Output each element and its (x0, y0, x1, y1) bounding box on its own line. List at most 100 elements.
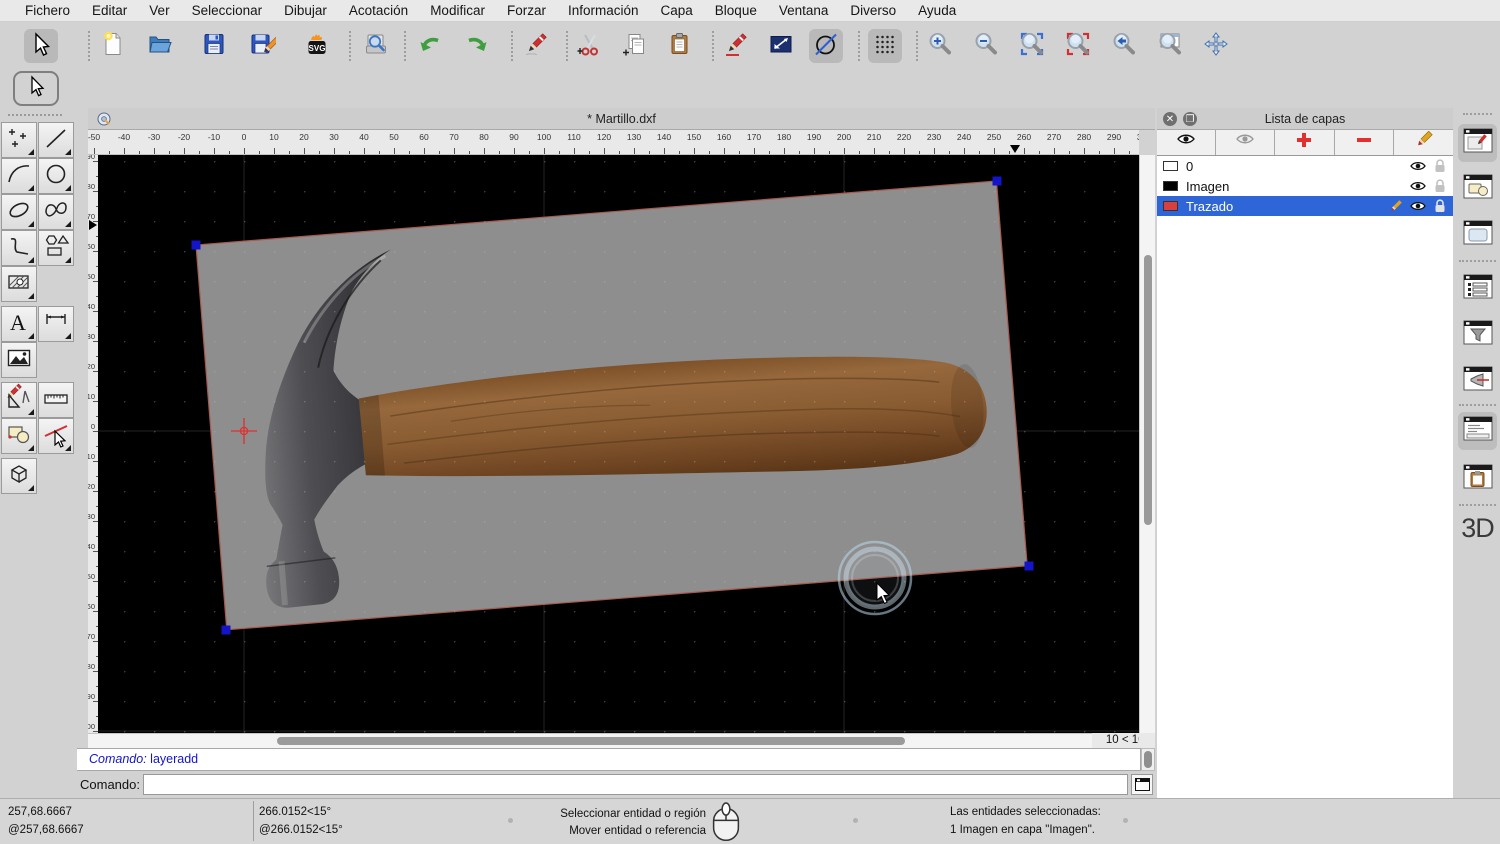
vertical-scrollbar-thumb[interactable] (1144, 255, 1152, 525)
auto-zoom-button[interactable] (1015, 29, 1049, 63)
layer-list-panel-button[interactable] (1458, 124, 1497, 162)
previous-view-button[interactable] (1107, 29, 1141, 63)
layer-edit-icon[interactable] (1387, 199, 1405, 213)
print-preview-button[interactable] (359, 29, 393, 63)
redo-button[interactable] (460, 29, 494, 63)
cut-button[interactable] (573, 29, 607, 63)
svg-export-button[interactable]: SVG (300, 29, 334, 63)
handle-top-left[interactable] (191, 240, 201, 250)
menu-forzar[interactable]: Forzar (496, 3, 557, 18)
layer-lock-icon[interactable] (1431, 159, 1449, 173)
tool-points-button[interactable] (1, 122, 37, 158)
paste-button[interactable] (663, 29, 697, 63)
handle-top-right[interactable] (992, 176, 1002, 186)
command-history-scrollbar-thumb[interactable] (1144, 751, 1152, 768)
new-file-button[interactable] (96, 29, 130, 63)
menu-ver[interactable]: Ver (138, 3, 180, 18)
layer-visibility-icon[interactable] (1409, 200, 1427, 212)
zoom-selection-button[interactable] (1061, 29, 1095, 63)
undo-button[interactable] (413, 29, 447, 63)
menu-acotacion[interactable]: Acotación (338, 3, 419, 18)
dock-drag-handle[interactable] (1463, 113, 1492, 115)
menu-diverso[interactable]: Diverso (839, 3, 907, 18)
tool-polyline-button[interactable] (1, 230, 37, 266)
horizontal-scrollbar[interactable] (88, 733, 1092, 748)
layer-panel-header[interactable]: ✕ ❐ Lista de capas (1157, 108, 1453, 130)
remove-layer-button[interactable] (1335, 130, 1394, 155)
menu-bloque[interactable]: Bloque (704, 3, 768, 18)
layer-lock-icon[interactable] (1431, 199, 1449, 213)
tool-shapes-button[interactable] (38, 230, 74, 266)
tool-dimension-button[interactable] (38, 306, 74, 342)
handle-bottom-left[interactable] (221, 625, 231, 635)
menu-capa[interactable]: Capa (650, 3, 704, 18)
tool-solid-3d-button[interactable] (1, 458, 37, 494)
menu-ventana[interactable]: Ventana (768, 3, 840, 18)
layer-color-swatch[interactable] (1163, 161, 1178, 171)
zoom-out-button[interactable] (969, 29, 1003, 63)
notification-panel-button[interactable] (1458, 362, 1497, 400)
document-titlebar[interactable]: * Martillo.dxf (88, 108, 1155, 130)
menu-modificar[interactable]: Modificar (419, 3, 496, 18)
add-layer-button[interactable] (1275, 130, 1335, 155)
layer-visibility-icon[interactable] (1409, 160, 1427, 172)
menu-editar[interactable]: Editar (81, 3, 138, 18)
zoom-window-button[interactable] (1153, 29, 1187, 63)
tool-hatch-button[interactable] (1, 266, 37, 302)
layer-color-swatch[interactable] (1163, 201, 1178, 211)
tool-image-button[interactable] (1, 342, 37, 378)
command-line-panel-button[interactable] (1458, 412, 1497, 450)
delete-entity-button[interactable] (519, 29, 553, 63)
vertical-scrollbar[interactable] (1139, 155, 1155, 733)
3d-dock-label[interactable]: 3D (1455, 513, 1500, 544)
layer-visibility-icon[interactable] (1409, 180, 1427, 192)
layer-row-0[interactable]: 0 (1157, 156, 1453, 176)
tool-modify-button[interactable] (1, 382, 37, 418)
layer-lock-icon[interactable] (1431, 179, 1449, 193)
drawing-canvas[interactable] (98, 155, 1145, 733)
zoom-in-button[interactable] (923, 29, 957, 63)
pointer-tool-button[interactable] (24, 29, 58, 63)
palette-drag-handle[interactable] (8, 114, 62, 116)
copy-button[interactable] (618, 29, 652, 63)
layer-row-trazado[interactable]: Trazado (1157, 196, 1453, 216)
save-as-button[interactable] (245, 29, 280, 63)
selection-tool-button[interactable] (13, 71, 59, 106)
edit-layer-button[interactable] (1394, 130, 1453, 155)
menu-ayuda[interactable]: Ayuda (907, 3, 967, 18)
grid-toggle-button[interactable] (868, 29, 902, 63)
save-button[interactable] (197, 29, 231, 63)
show-all-layers-button[interactable] (1157, 130, 1217, 155)
hide-all-layers-button[interactable] (1216, 130, 1276, 155)
handle-bottom-right[interactable] (1024, 561, 1034, 571)
library-browser-panel-button[interactable] (1458, 270, 1497, 308)
pan-button[interactable] (1199, 29, 1233, 63)
tool-ellipse-button[interactable] (1, 194, 37, 230)
tool-circle-button[interactable] (38, 158, 74, 194)
edit-pencil-button[interactable] (719, 29, 753, 63)
tool-info-button[interactable] (1, 418, 37, 454)
tool-text-button[interactable]: A (1, 306, 37, 342)
tool-spline-button[interactable] (38, 194, 74, 230)
selection-filter-panel-button[interactable] (1458, 316, 1497, 354)
menu-seleccionar[interactable]: Seleccionar (181, 3, 274, 18)
distance-settings-button[interactable] (764, 29, 798, 63)
menu-informacion[interactable]: Información (557, 3, 650, 18)
layer-color-swatch[interactable] (1163, 181, 1178, 191)
clipboard-panel-button[interactable] (1458, 460, 1497, 498)
tool-line-button[interactable] (38, 122, 74, 158)
tool-arc-button[interactable] (1, 158, 37, 194)
block-list-panel-button[interactable] (1458, 170, 1497, 208)
view-list-panel-button[interactable] (1458, 216, 1497, 254)
layer-row-imagen[interactable]: Imagen (1157, 176, 1453, 196)
command-history-scrollbar[interactable] (1141, 748, 1155, 771)
horizontal-scrollbar-thumb[interactable] (277, 737, 905, 745)
menu-fichero[interactable]: Fichero (14, 3, 81, 18)
command-input[interactable] (143, 774, 1128, 795)
tool-measure-button[interactable] (38, 382, 74, 418)
command-window-toggle-button[interactable] (1131, 774, 1153, 795)
menu-dibujar[interactable]: Dibujar (273, 3, 338, 18)
open-file-button[interactable] (143, 29, 177, 63)
isometric-circle-button[interactable] (809, 29, 843, 63)
tool-snap-button[interactable] (38, 418, 74, 454)
